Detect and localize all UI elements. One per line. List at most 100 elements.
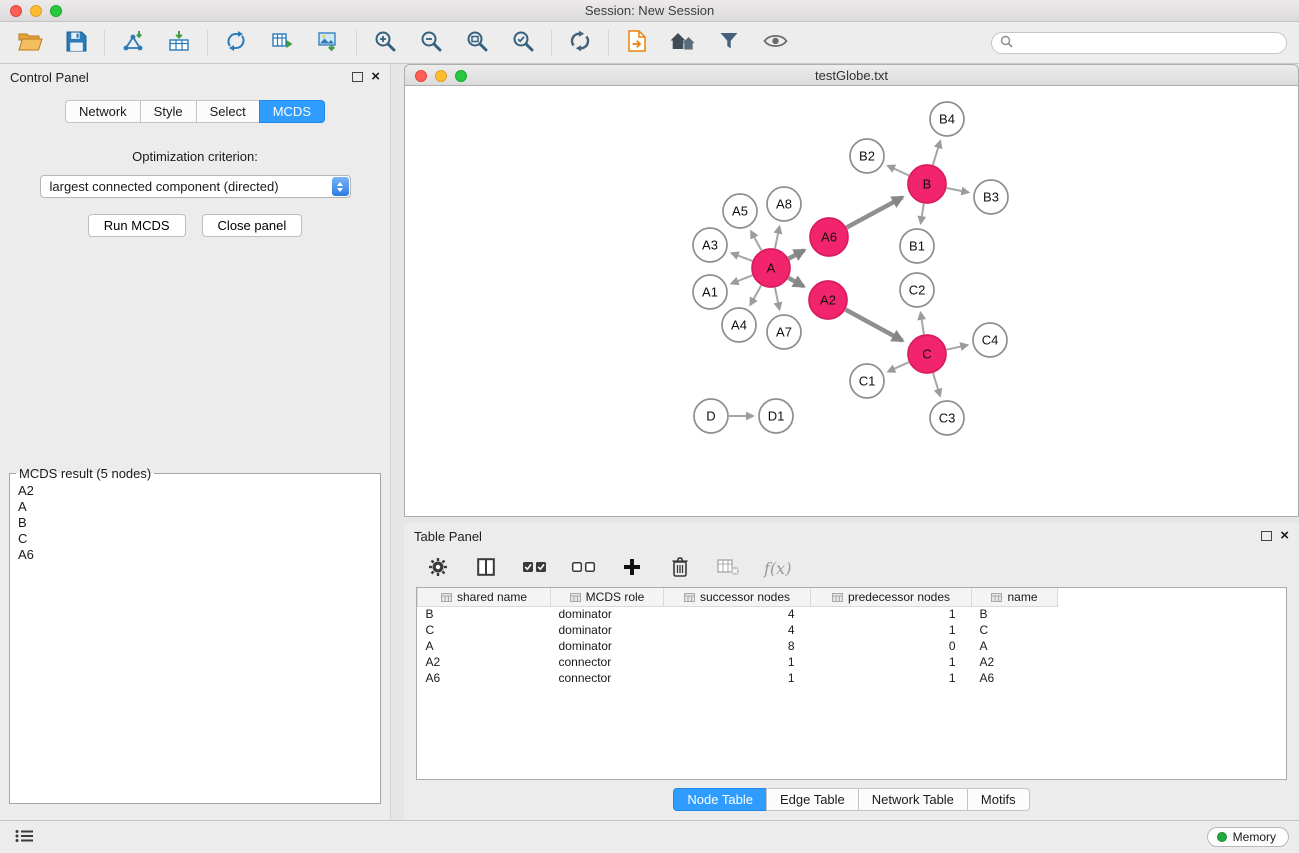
edge-A-A1[interactable] bbox=[731, 275, 752, 283]
apply-layout-button[interactable] bbox=[562, 26, 598, 60]
network-table-button[interactable] bbox=[264, 26, 300, 60]
mcds-result-item[interactable]: A6 bbox=[16, 547, 374, 563]
edge-B-B3[interactable] bbox=[947, 188, 969, 192]
float-table-panel-icon[interactable] bbox=[1261, 531, 1272, 541]
tab-select[interactable]: Select bbox=[196, 100, 260, 123]
memory-button[interactable]: Memory bbox=[1207, 827, 1289, 847]
table-cell[interactable]: B bbox=[418, 606, 551, 622]
edge-B-B2[interactable] bbox=[888, 166, 909, 176]
search-field[interactable] bbox=[991, 32, 1287, 54]
edge-C-C1[interactable] bbox=[888, 362, 909, 371]
mcds-result-item[interactable]: C bbox=[16, 531, 374, 547]
edge-A-A8[interactable] bbox=[775, 227, 779, 249]
mcds-result-item[interactable]: A bbox=[16, 499, 374, 515]
function-builder-button[interactable]: f(x) bbox=[764, 555, 791, 581]
table-tab-motifs[interactable]: Motifs bbox=[967, 788, 1030, 811]
open-session-button[interactable] bbox=[12, 26, 48, 60]
table-cell[interactable]: dominator bbox=[551, 606, 664, 622]
edge-A2-C[interactable] bbox=[846, 310, 903, 341]
table-cell[interactable]: connector bbox=[551, 670, 664, 686]
edge-C-C4[interactable] bbox=[947, 345, 968, 350]
network-view-canvas[interactable]: B4B2BB3A5A8A6B1A3AC2A1A2A4A7C4CC1C3DD1 bbox=[404, 86, 1299, 517]
table-cell[interactable]: 8 bbox=[664, 638, 811, 654]
tab-mcds[interactable]: MCDS bbox=[259, 100, 325, 123]
zoom-selected-button[interactable] bbox=[505, 26, 541, 60]
import-network-button[interactable] bbox=[115, 26, 151, 60]
mcds-result-item[interactable]: B bbox=[16, 515, 374, 531]
table-cell[interactable]: C bbox=[418, 622, 551, 638]
edge-C-C3[interactable] bbox=[933, 373, 940, 396]
table-cell[interactable]: A2 bbox=[972, 654, 1058, 670]
table-cell[interactable]: dominator bbox=[551, 622, 664, 638]
float-panel-icon[interactable] bbox=[352, 72, 363, 82]
edge-A-A4[interactable] bbox=[750, 285, 761, 305]
export-document-button[interactable] bbox=[619, 26, 655, 60]
close-panel-button[interactable]: Close panel bbox=[202, 214, 303, 237]
edge-A6-B[interactable] bbox=[847, 197, 903, 227]
delete-table-button[interactable] bbox=[716, 555, 740, 581]
table-cell[interactable]: 1 bbox=[664, 670, 811, 686]
mcds-result-item[interactable]: A2 bbox=[16, 483, 374, 499]
close-panel-icon[interactable]: × bbox=[371, 71, 380, 83]
tab-network[interactable]: Network bbox=[65, 100, 141, 123]
close-window-button[interactable] bbox=[10, 5, 22, 17]
table-row[interactable]: Cdominator41C bbox=[418, 622, 1058, 638]
network-minimize-button[interactable] bbox=[435, 70, 447, 82]
network-zoom-button[interactable] bbox=[455, 70, 467, 82]
zoom-fit-button[interactable] bbox=[459, 26, 495, 60]
table-cell[interactable]: B bbox=[972, 606, 1058, 622]
table-cell[interactable]: 1 bbox=[811, 606, 972, 622]
table-cell[interactable]: A bbox=[418, 638, 551, 654]
table-cell[interactable]: A bbox=[972, 638, 1058, 654]
import-table-button[interactable] bbox=[161, 26, 197, 60]
zoom-out-button[interactable] bbox=[413, 26, 449, 60]
network-close-button[interactable] bbox=[415, 70, 427, 82]
table-cell[interactable]: 1 bbox=[811, 622, 972, 638]
table-cell[interactable]: 1 bbox=[811, 670, 972, 686]
zoom-in-button[interactable] bbox=[367, 26, 403, 60]
table-row[interactable]: Adominator80A bbox=[418, 638, 1058, 654]
save-session-button[interactable] bbox=[58, 26, 94, 60]
task-history-button[interactable] bbox=[10, 826, 38, 848]
edge-C-C2[interactable] bbox=[921, 313, 924, 335]
edge-B-B4[interactable] bbox=[933, 141, 940, 165]
table-cell[interactable]: A6 bbox=[972, 670, 1058, 686]
table-cell[interactable]: 0 bbox=[811, 638, 972, 654]
select-all-button[interactable] bbox=[522, 555, 547, 581]
graphics-details-button[interactable] bbox=[757, 26, 793, 60]
network-window-titlebar[interactable]: testGlobe.txt bbox=[404, 64, 1299, 86]
table-cell[interactable]: connector bbox=[551, 654, 664, 670]
delete-rows-button[interactable] bbox=[668, 555, 692, 581]
column-header-shared-name[interactable]: shared name bbox=[418, 588, 551, 606]
optimization-criterion-dropdown[interactable]: largest connected component (directed) bbox=[40, 175, 351, 198]
table-settings-button[interactable] bbox=[426, 555, 450, 581]
minimize-window-button[interactable] bbox=[30, 5, 42, 17]
edge-A-A6[interactable] bbox=[789, 250, 805, 258]
table-cell[interactable]: 4 bbox=[664, 622, 811, 638]
table-cell[interactable]: dominator bbox=[551, 638, 664, 654]
table-tab-edge-table[interactable]: Edge Table bbox=[766, 788, 859, 811]
table-cell[interactable]: A6 bbox=[418, 670, 551, 686]
table-row[interactable]: A6connector11A6 bbox=[418, 670, 1058, 686]
home-button[interactable] bbox=[665, 26, 701, 60]
zoom-window-button[interactable] bbox=[50, 5, 62, 17]
table-row[interactable]: A2connector11A2 bbox=[418, 654, 1058, 670]
table-row[interactable]: Bdominator41B bbox=[418, 606, 1058, 622]
edge-A-A5[interactable] bbox=[751, 231, 761, 250]
close-table-panel-icon[interactable]: × bbox=[1280, 530, 1289, 542]
clone-network-button[interactable] bbox=[218, 26, 254, 60]
column-header-successor-nodes[interactable]: successor nodes bbox=[664, 588, 811, 606]
table-tab-node-table[interactable]: Node Table bbox=[673, 788, 767, 811]
filter-button[interactable] bbox=[711, 26, 747, 60]
column-layout-button[interactable] bbox=[474, 555, 498, 581]
edge-A-A2[interactable] bbox=[788, 278, 803, 287]
tab-style[interactable]: Style bbox=[140, 100, 197, 123]
run-mcds-button[interactable]: Run MCDS bbox=[88, 214, 186, 237]
column-header-mcds-role[interactable]: MCDS role bbox=[551, 588, 664, 606]
table-cell[interactable]: C bbox=[972, 622, 1058, 638]
edge-A-A7[interactable] bbox=[775, 288, 779, 310]
column-header-name[interactable]: name bbox=[972, 588, 1058, 606]
deselect-all-button[interactable] bbox=[571, 555, 596, 581]
column-header-predecessor-nodes[interactable]: predecessor nodes bbox=[811, 588, 972, 606]
table-cell[interactable]: 1 bbox=[811, 654, 972, 670]
